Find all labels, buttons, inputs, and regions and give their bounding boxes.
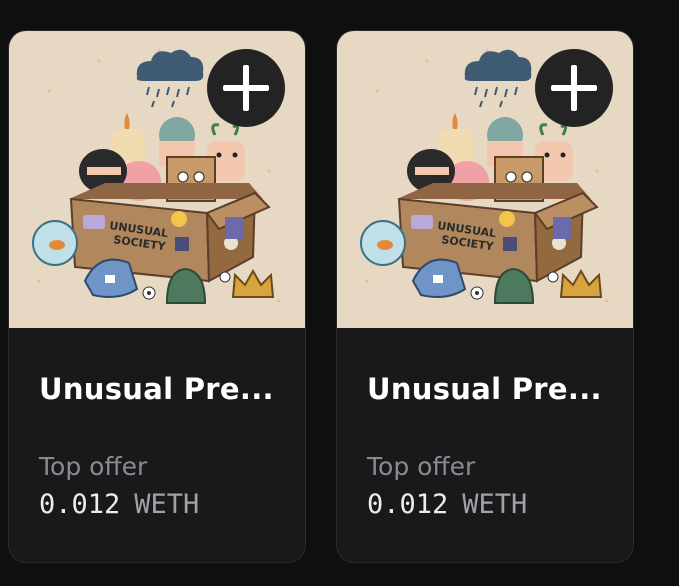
top-offer-label: Top offer: [367, 452, 476, 481]
top-offer-price: 0.012 WETH: [367, 489, 603, 520]
top-offer-label: Top offer: [39, 452, 148, 481]
nft-title[interactable]: Unusual Pre...: [367, 372, 603, 412]
card-info: Unusual Pre... Top offer 0.012 WETH: [9, 328, 305, 520]
add-to-cart-button[interactable]: [207, 49, 285, 127]
top-offer-price: 0.012 WETH: [39, 489, 275, 520]
price-value: 0.012: [39, 489, 121, 520]
nft-title[interactable]: Unusual Pre...: [39, 372, 275, 412]
add-to-cart-button[interactable]: [535, 49, 613, 127]
nft-grid: UNUSUAL SOCIETY Unusual Pre... Top offer…: [0, 0, 679, 586]
price-currency: WETH: [462, 489, 528, 520]
card-info: Unusual Pre... Top offer 0.012 WETH: [337, 328, 633, 520]
nft-artwork: UNUSUAL SOCIETY: [9, 31, 305, 328]
price-currency: WETH: [134, 489, 200, 520]
price-value: 0.012: [367, 489, 449, 520]
nft-card[interactable]: UNUSUAL SOCIETY Unusual Pre... Top offer…: [8, 30, 306, 563]
nft-artwork: UNUSUAL SOCIETY: [337, 31, 633, 328]
nft-card[interactable]: UNUSUAL SOCIETY Unusual Pre... Top offer…: [336, 30, 634, 563]
